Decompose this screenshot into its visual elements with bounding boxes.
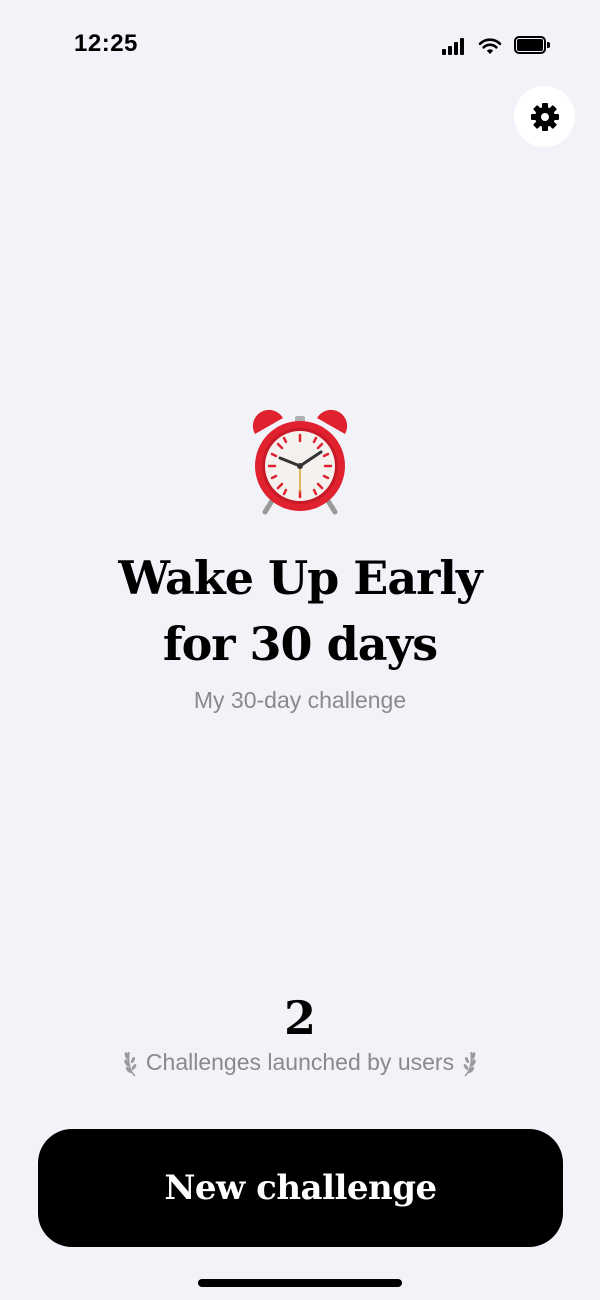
stats-label-row: Challenges launched by users [0,1046,600,1078]
signal-icon [442,37,466,55]
stats-label: Challenges launched by users [145,1048,455,1075]
new-challenge-button[interactable]: New challenge [38,1129,563,1247]
challenge-subtitle: My 30-day challenge [193,687,407,713]
status-bar: 12:25 [0,0,600,90]
gear-icon [530,102,559,131]
home-indicator[interactable] [198,1279,402,1287]
laurel-left-icon [124,1051,137,1077]
challenge-title: Wake Up Early for 30 days [0,545,600,677]
challenge-title-line1: Wake Up Early [118,551,482,605]
challenge-stats: 2 Challenges launched by users [0,990,600,1078]
challenge-hero: Wake Up Early for 30 days My 30-day chal… [0,408,600,714]
wifi-icon [478,38,502,54]
status-icons [442,34,550,58]
challenge-title-line2: for 30 days [162,617,438,671]
settings-button[interactable] [514,86,575,147]
alarm-clock-icon [252,409,348,515]
status-time: 12:25 [74,30,138,57]
battery-icon [514,36,550,56]
laurel-right-icon [463,1051,476,1077]
challenges-count: 2 [283,991,316,1045]
